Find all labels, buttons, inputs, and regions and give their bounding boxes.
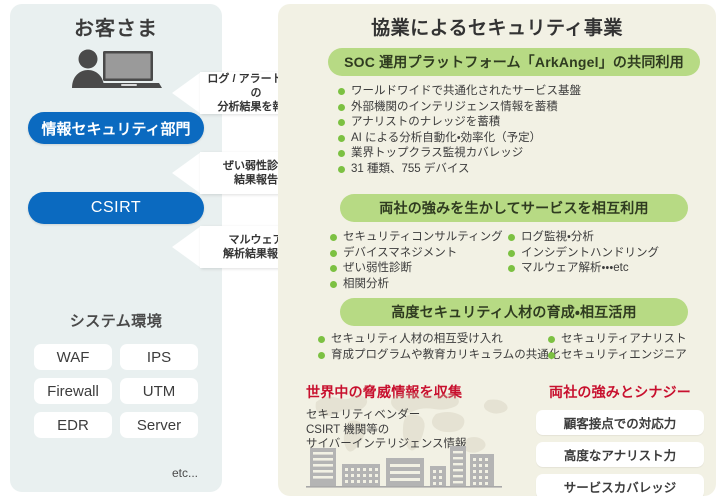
city-skyline-icon xyxy=(304,442,504,492)
system-item: Server xyxy=(120,412,198,438)
system-item: Firewall xyxy=(34,378,112,404)
bullet-list-talent-left: セキュリティ人材の相互受け入れ 育成プログラムや教育カリキュラムの共通化 xyxy=(318,332,560,363)
bullet-list-soc: ワールドワイドで共通化されたサービス基盤 外部機関のインテリジェンス情報を蓄積 … xyxy=(338,84,581,178)
system-environment-etc: etc... xyxy=(171,466,198,480)
department-label: 情報セキュリティ部門 xyxy=(41,120,191,138)
person-at-laptop-icon xyxy=(66,48,166,92)
system-item: WAF xyxy=(34,344,112,370)
section-heading-soc-platform: SOC 運用プラットフォーム「ArkAngel」の共同利用 xyxy=(328,48,700,76)
bullet-list-talent-right: セキュリティアナリスト セキュリティエンジニア xyxy=(548,332,687,363)
list-item: 外部機関のインテリジェンス情報を蓄積 xyxy=(338,100,581,115)
list-item: 相関分析 xyxy=(330,277,503,292)
system-environment-grid: WAF IPS Firewall UTM EDR Server xyxy=(34,344,198,438)
list-item: アナリストのナレッジを蓄積 xyxy=(338,115,581,130)
list-item: ログ監視・分析 xyxy=(508,230,659,245)
list-item: セキュリティアナリスト xyxy=(548,332,687,347)
list-item: 31 種類、755 デバイス xyxy=(338,162,581,177)
list-item: インシデントハンドリング xyxy=(508,246,659,261)
system-item: UTM xyxy=(120,378,198,404)
list-item: マルウェア解析・・・etc xyxy=(508,261,659,276)
list-item: ぜい弱性診断 xyxy=(330,261,503,276)
section-heading-talent-development: 高度セキュリティ人材の育成・相互活用 xyxy=(340,298,688,326)
threat-intel-heading: 世界中の脅威情報を収集 xyxy=(306,384,463,400)
bullet-list-mutual-right: ログ監視・分析 インシデントハンドリング マルウェア解析・・・etc xyxy=(508,230,659,277)
system-item: IPS xyxy=(120,344,198,370)
page-title: 協業によるセキュリティ事業 xyxy=(371,18,623,39)
arrow-head-icon xyxy=(172,72,201,114)
synergy-item: サービスカバレッジ xyxy=(536,474,704,496)
list-item: 業界トップクラス監視カバレッジ xyxy=(338,146,581,161)
customer-panel-title: お客さま xyxy=(74,18,158,40)
list-item: セキュリティエンジニア xyxy=(548,348,687,363)
synergy-heading: 両社の強みとシナジー xyxy=(549,384,691,400)
list-item: 育成プログラムや教育カリキュラムの共通化 xyxy=(318,348,560,363)
system-environment-title: システム環境 xyxy=(69,313,163,330)
list-item: セキュリティ人材の相互受け入れ xyxy=(318,332,560,347)
department-label: CSIRT xyxy=(90,199,142,216)
list-item: デバイスマネジメント xyxy=(330,246,503,261)
collaboration-panel: 協業によるセキュリティ事業 SOC 運用プラットフォーム「ArkAngel」の共… xyxy=(278,4,716,496)
section-heading-mutual-services: 両社の強みを生かしてサービスを相互利用 xyxy=(340,194,688,222)
synergy-item: 顧客接点での対応力 xyxy=(536,410,704,435)
department-pill-infosec[interactable]: 情報セキュリティ部門 xyxy=(28,112,204,144)
list-item: セキュリティコンサルティング xyxy=(330,230,503,245)
list-item: ワールドワイドで共通化されたサービス基盤 xyxy=(338,84,581,99)
arrow-head-icon xyxy=(172,152,201,194)
bullet-list-mutual-left: セキュリティコンサルティング デバイスマネジメント ぜい弱性診断 相関分析 xyxy=(330,230,503,292)
list-item: AI による分析自動化・効率化（予定） xyxy=(338,131,581,146)
diagram-canvas: お客さま 情報セキュリティ部門 CSIRT システム環境 WAF IPS Fir… xyxy=(0,0,720,500)
system-item: EDR xyxy=(34,412,112,438)
synergy-item: 高度なアナリスト力 xyxy=(536,442,704,467)
synergy-block: 両社の強みとシナジー 顧客接点での対応力 高度なアナリスト力 サービスカバレッジ xyxy=(536,382,704,496)
arrow-head-icon xyxy=(172,226,201,268)
department-pill-csirt[interactable]: CSIRT xyxy=(28,192,204,224)
